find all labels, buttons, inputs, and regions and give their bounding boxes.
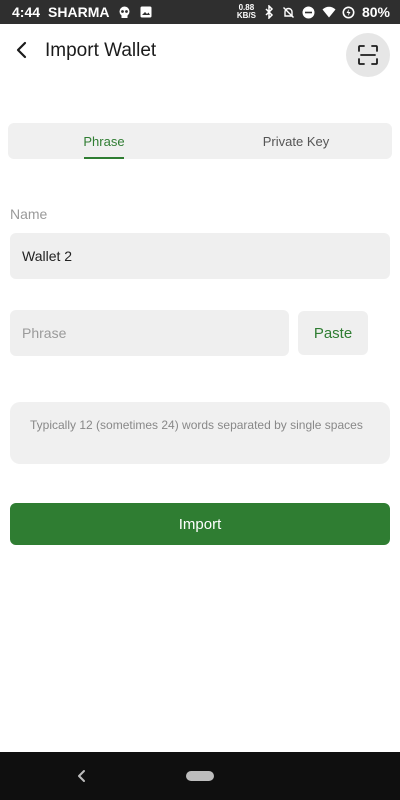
net-speed-unit: KB/S <box>236 11 256 20</box>
status-right: 0.88 KB/S 80% <box>237 4 390 21</box>
do-not-disturb-icon <box>302 5 316 19</box>
scan-frame-icon <box>358 45 378 65</box>
status-time: 4:44 <box>12 4 41 20</box>
tab-private-key-label: Private Key <box>262 133 330 149</box>
notifications-off-icon <box>282 5 296 19</box>
bluetooth-icon <box>262 5 276 19</box>
status-left: 4:44 SHARMA <box>12 4 153 20</box>
nav-back-button[interactable] <box>72 766 92 786</box>
import-button[interactable]: Import <box>10 503 390 545</box>
chevron-left-icon <box>78 770 85 782</box>
wifi-icon <box>322 5 336 19</box>
arrow-left-icon <box>16 41 27 59</box>
tab-phrase[interactable]: Phrase <box>8 123 200 159</box>
page-title: Import Wallet <box>45 40 157 61</box>
name-label: Name <box>10 206 48 222</box>
import-tabs: Phrase Private Key <box>8 123 392 159</box>
status-bar: 4:44 SHARMA 0.88 KB/S 80% <box>0 0 400 24</box>
phrase-input[interactable]: Phrase <box>10 310 289 356</box>
system-nav-bar <box>0 752 400 800</box>
battery-percent: 80% <box>361 4 390 20</box>
net-speed: 0.88 KB/S <box>237 4 256 20</box>
paste-button[interactable]: Paste <box>298 311 368 355</box>
tab-phrase-label: Phrase <box>83 133 125 149</box>
scan-qr-button[interactable] <box>346 33 390 77</box>
image-icon <box>139 5 153 19</box>
status-carrier: SHARMA <box>48 4 110 20</box>
back-button[interactable] <box>8 36 36 64</box>
phrase-hint: Typically 12 (sometimes 24) words separa… <box>10 402 390 464</box>
active-tab-indicator <box>84 157 124 159</box>
battery-saver-icon <box>342 5 356 19</box>
skull-icon <box>117 5 131 19</box>
nav-home-pill[interactable] <box>186 771 214 781</box>
app-header: Import Wallet <box>0 28 400 78</box>
tab-private-key[interactable]: Private Key <box>200 123 392 159</box>
wallet-name-input[interactable]: Wallet 2 <box>10 233 390 279</box>
